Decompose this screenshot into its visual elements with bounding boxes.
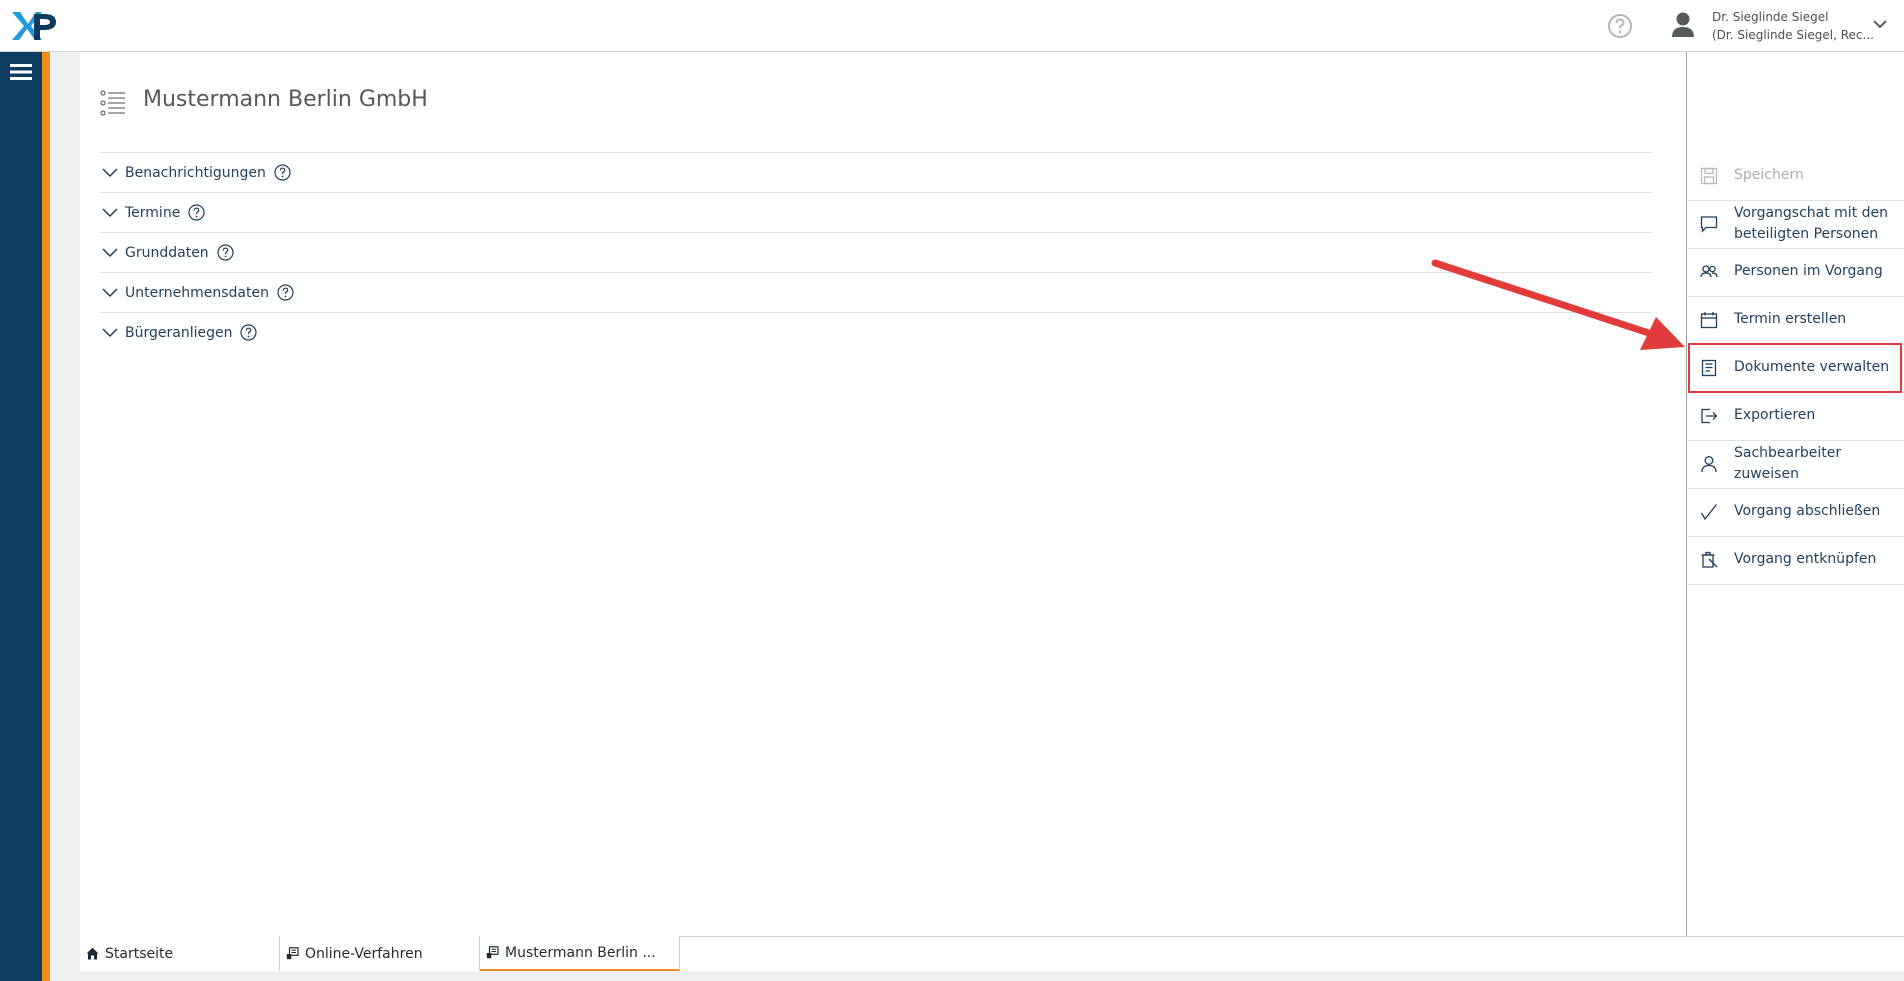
user-icon[interactable] (1668, 10, 1698, 40)
action-label: Vorgangschat mit den beteiligten Persone… (1734, 205, 1889, 242)
action-label: Personen im Vorgang (1734, 263, 1883, 279)
highlight-box (1688, 343, 1902, 393)
help-icon[interactable] (1607, 13, 1633, 39)
chevron-down-icon (102, 287, 118, 297)
action-label: Termin erstellen (1734, 311, 1847, 327)
accent-strip (42, 52, 50, 981)
page-title: Mustermann Berlin GmbH (143, 87, 428, 112)
help-icon[interactable] (217, 244, 234, 261)
save-button[interactable]: Speichern (1688, 152, 1904, 201)
home-icon (86, 947, 99, 960)
section-unternehmensdaten[interactable]: Unternehmensdaten (100, 272, 1652, 312)
section-buergeranliegen[interactable]: Bürgeranliegen (100, 312, 1652, 352)
chevron-down-icon[interactable] (1872, 18, 1888, 30)
chevron-down-icon (102, 327, 118, 337)
people-icon (1700, 265, 1718, 278)
tab-label: Startseite (105, 945, 174, 962)
section-list: Benachrichtigungen Termine Grunddaten Un… (100, 152, 1652, 352)
action-label: Vorgang entknüpfen (1734, 551, 1877, 567)
gutter (50, 52, 80, 981)
xp-logo[interactable] (10, 8, 62, 42)
user-name[interactable]: Dr. Sieglinde Siegel (1712, 8, 1828, 26)
help-icon[interactable] (240, 324, 258, 341)
exportieren-button[interactable]: Exportieren (1688, 392, 1904, 441)
vorgangschat-button[interactable]: Vorgangschat mit den beteiligten Persone… (1688, 200, 1904, 249)
list-icon (100, 90, 125, 116)
sachbearbeiter-zuweisen-button[interactable]: Sachbearbeiter zuweisen (1688, 440, 1904, 489)
check-icon (1700, 504, 1718, 521)
section-label: Termine (125, 204, 181, 221)
chevron-down-icon (102, 207, 118, 217)
section-label: Benachrichtigungen (125, 164, 266, 181)
tab-online-verfahren[interactable]: Online-Verfahren (280, 936, 480, 971)
top-header: Dr. Sieglinde Siegel (Dr. Sieglinde Sieg… (0, 0, 1904, 52)
tab-startseite[interactable]: Startseite (80, 936, 280, 971)
personen-im-vorgang-button[interactable]: Personen im Vorgang (1688, 248, 1904, 297)
chevron-down-icon (102, 247, 118, 257)
help-icon[interactable] (274, 164, 291, 181)
hamburger-icon[interactable] (10, 63, 32, 81)
section-grunddaten[interactable]: Grunddaten (100, 232, 1652, 272)
tab-mustermann-berlin[interactable]: Mustermann Berlin ... (480, 936, 680, 971)
vorgang-abschliessen-button[interactable]: Vorgang abschließen (1688, 488, 1904, 537)
calendar-icon (1700, 312, 1718, 329)
action-label: Exportieren (1734, 407, 1816, 423)
person-icon (1701, 456, 1717, 473)
unlink-icon (1701, 551, 1718, 568)
vorgang-entknuepfen-button[interactable]: Vorgang entknüpfen (1688, 536, 1904, 585)
red-arrow-icon (1431, 259, 1685, 350)
action-label: Speichern (1734, 167, 1804, 183)
section-benachrichtigungen[interactable]: Benachrichtigungen (100, 152, 1652, 192)
tab-label: Online-Verfahren (305, 945, 423, 962)
save-icon (1700, 167, 1718, 185)
action-label: Sachbearbeiter zuweisen (1734, 445, 1842, 482)
tab-label: Mustermann Berlin ... (505, 944, 656, 961)
export-icon (1701, 408, 1718, 424)
action-label: Vorgang abschließen (1734, 503, 1881, 519)
chat-icon (1700, 216, 1718, 233)
procedure-icon (486, 946, 499, 959)
section-termine[interactable]: Termine (100, 192, 1652, 232)
user-role[interactable]: (Dr. Sieglinde Siegel, Rec... (1712, 26, 1874, 44)
help-icon[interactable] (277, 284, 294, 301)
section-label: Unternehmensdaten (125, 284, 269, 301)
footer-strip (80, 971, 1904, 981)
section-label: Bürgeranliegen (125, 324, 233, 341)
termin-erstellen-button[interactable]: Termin erstellen (1688, 296, 1904, 345)
help-icon[interactable] (188, 204, 205, 221)
procedure-icon (286, 947, 299, 960)
chevron-down-icon (102, 167, 118, 177)
section-label: Grunddaten (125, 244, 209, 261)
left-sidebar (0, 52, 42, 981)
